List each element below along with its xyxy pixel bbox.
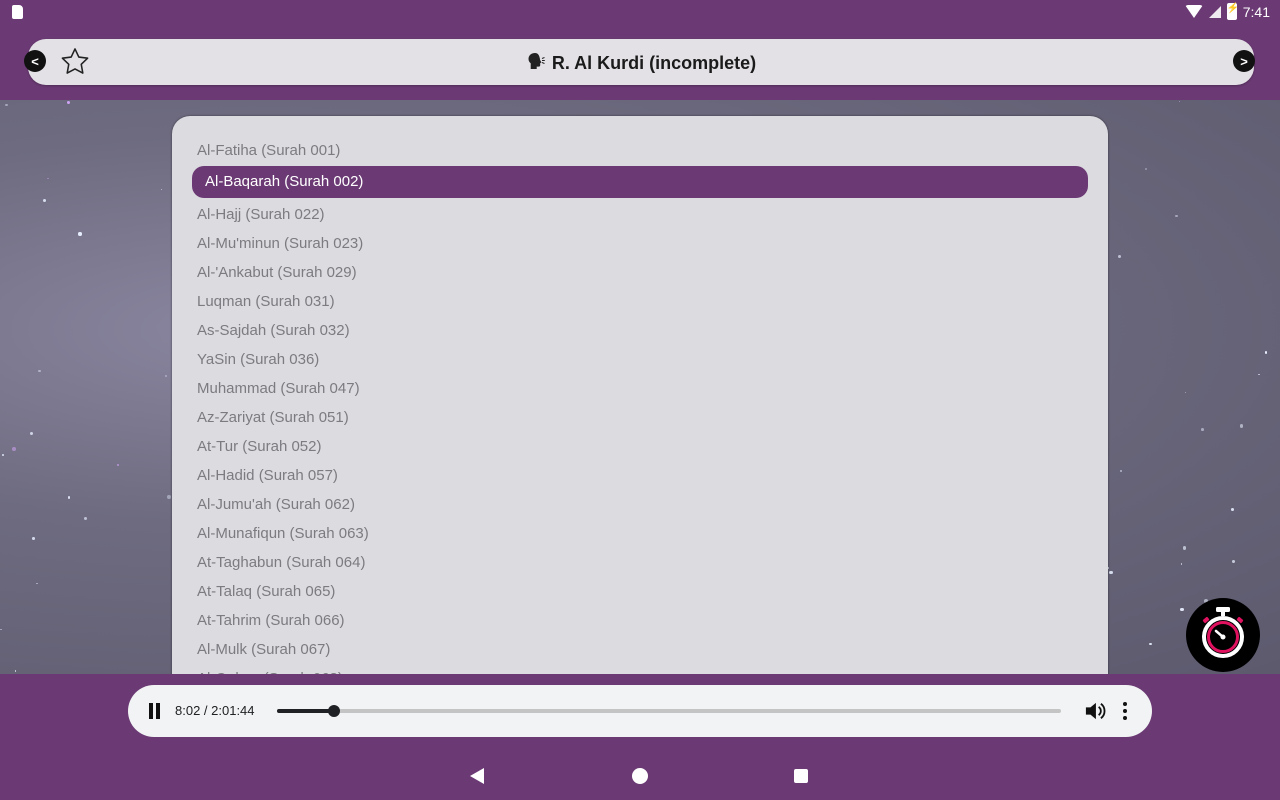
surah-item[interactable]: Al-Mulk (Surah 067)	[192, 635, 1088, 664]
surah-item[interactable]: As-Sajdah (Surah 032)	[192, 316, 1088, 345]
back-nav-icon[interactable]	[470, 768, 484, 784]
surah-item-selected[interactable]: Al-Baqarah (Surah 002)	[192, 166, 1088, 198]
status-icons: 7:41	[1184, 3, 1270, 20]
speaking-head-icon	[528, 53, 545, 69]
surah-item[interactable]: Al-Fatiha (Surah 001)	[192, 136, 1088, 165]
playback-time: 8:02 / 2:01:44	[175, 703, 255, 718]
volume-icon[interactable]	[1084, 701, 1106, 721]
system-navigation	[0, 760, 1280, 792]
surah-item[interactable]: Al-Munafiqun (Surah 063)	[192, 519, 1088, 548]
surah-item[interactable]: At-Taghabun (Surah 064)	[192, 548, 1088, 577]
audio-player: 8:02 / 2:01:44	[128, 685, 1152, 737]
battery-charging-icon	[1226, 3, 1239, 20]
surah-item[interactable]: Al-'Ankabut (Surah 029)	[192, 258, 1088, 287]
surah-item[interactable]: YaSin (Surah 036)	[192, 345, 1088, 374]
seek-thumb[interactable]	[328, 705, 341, 717]
more-options-icon[interactable]	[1122, 702, 1128, 720]
recents-nav-icon[interactable]	[794, 769, 808, 783]
surah-list: Al-Fatiha (Surah 001) Al-Baqarah (Surah 0…	[192, 136, 1088, 693]
signal-icon	[1208, 5, 1221, 18]
surah-item[interactable]: Muhammad (Surah 047)	[192, 374, 1088, 403]
surah-item[interactable]: At-Talaq (Surah 065)	[192, 577, 1088, 606]
surah-item[interactable]: At-Tahrim (Surah 066)	[192, 606, 1088, 635]
surah-item[interactable]: Az-Zariyat (Surah 051)	[192, 403, 1088, 432]
seek-bar[interactable]	[277, 705, 1061, 717]
sd-card-icon	[12, 5, 23, 19]
surah-item[interactable]: Luqman (Surah 031)	[192, 287, 1088, 316]
home-nav-icon[interactable]	[632, 768, 648, 784]
seek-progress	[277, 709, 335, 713]
wifi-icon	[1184, 5, 1203, 18]
reciter-title: R. Al Kurdi (incomplete)	[28, 51, 1254, 74]
reciter-header: < R. Al Kurdi (incomplete) >	[24, 39, 1255, 85]
surah-item[interactable]: At-Tur (Surah 052)	[192, 432, 1088, 461]
stopwatch-icon	[1202, 607, 1244, 658]
sleep-timer-button[interactable]	[1186, 598, 1260, 672]
status-time: 7:41	[1242, 3, 1270, 20]
next-reciter-button[interactable]: >	[1233, 50, 1255, 72]
surah-list-panel: Al-Fatiha (Surah 001) Al-Baqarah (Surah 0…	[172, 116, 1108, 716]
surah-item[interactable]: Al-Mu'minun (Surah 023)	[192, 229, 1088, 258]
reciter-name: R. Al Kurdi (incomplete)	[551, 53, 757, 73]
status-bar: 7:41	[0, 0, 1280, 24]
surah-item[interactable]: Al-Hadid (Surah 057)	[192, 461, 1088, 490]
surah-item[interactable]: Al-Jumu'ah (Surah 062)	[192, 490, 1088, 519]
pause-button[interactable]	[148, 703, 162, 719]
surah-item[interactable]: Al-Hajj (Surah 022)	[192, 200, 1088, 229]
